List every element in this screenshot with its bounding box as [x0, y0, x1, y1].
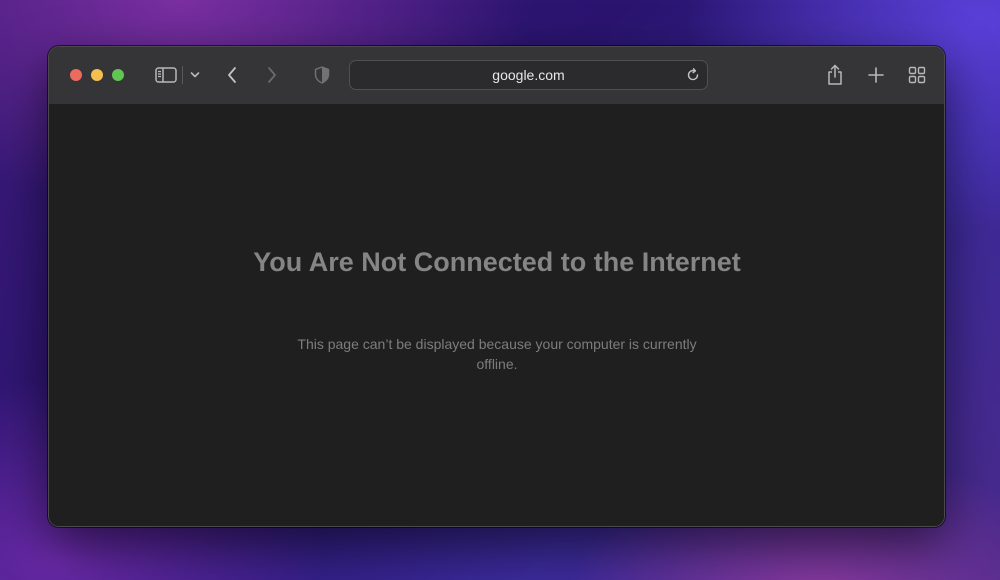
desktop-wallpaper: google.com You Are Not Connected to the …: [0, 0, 1000, 580]
toolbar-divider: [182, 66, 183, 84]
error-title: You Are Not Connected to the Internet: [253, 247, 741, 277]
sidebar-icon[interactable]: [153, 62, 179, 88]
address-bar[interactable]: google.com: [349, 60, 708, 90]
minimize-window-button[interactable]: [91, 69, 103, 81]
share-icon[interactable]: [823, 62, 847, 88]
chevron-left-icon[interactable]: [221, 62, 243, 88]
browser-toolbar: google.com: [49, 47, 944, 105]
zoom-window-button[interactable]: [112, 69, 124, 81]
error-message: This page can’t be displayed because you…: [297, 336, 697, 372]
address-text[interactable]: google.com: [350, 61, 707, 89]
close-window-button[interactable]: [70, 69, 82, 81]
chevron-down-icon[interactable]: [187, 62, 203, 88]
plus-icon[interactable]: [864, 62, 888, 88]
browser-window: google.com You Are Not Connected to the …: [48, 46, 945, 527]
chevron-right-icon[interactable]: [261, 62, 283, 88]
grid-icon[interactable]: [905, 62, 929, 88]
page-content: You Are Not Connected to the Internet Th…: [49, 104, 944, 526]
shield-icon[interactable]: [311, 62, 333, 88]
reload-icon[interactable]: [685, 67, 701, 83]
